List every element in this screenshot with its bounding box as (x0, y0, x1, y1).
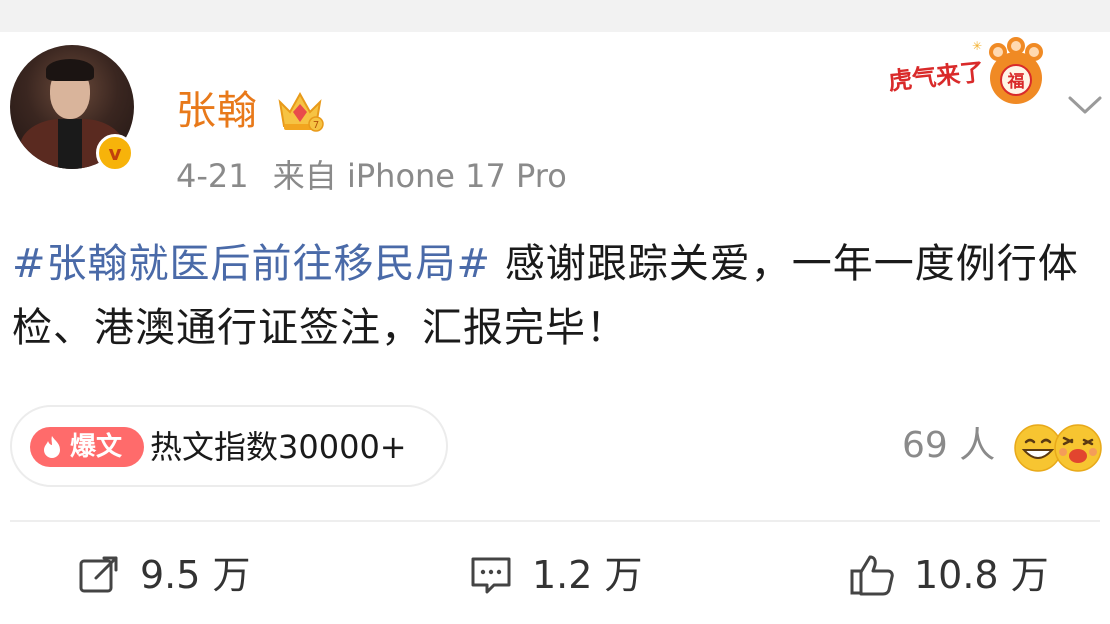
reaction-count[interactable]: 69 人 (902, 424, 995, 468)
svg-text:✳: ✳ (972, 39, 982, 53)
hot-tag-label: 爆文 (70, 432, 123, 462)
laugh-emoji-icon[interactable] (1052, 422, 1104, 474)
verified-badge-icon: v (96, 134, 134, 172)
like-button[interactable]: 10.8 万 (848, 548, 1068, 602)
hot-tag-badge: 爆文 (30, 427, 144, 467)
post-content: #张翰就医后前往移民局# 感谢跟踪关爱，一年一度例行体检、港澳通行证签注，汇报完… (12, 232, 1092, 360)
crown-icon[interactable]: 7 (276, 88, 324, 134)
repost-icon (79, 556, 118, 593)
comment-count: 1.2 万 (532, 553, 643, 597)
svg-text:福: 福 (1007, 71, 1025, 92)
repost-count: 9.5 万 (140, 553, 251, 597)
top-status-strip (0, 0, 1110, 32)
hashtag-link[interactable]: #张翰就医后前往移民局# (12, 241, 491, 287)
post-meta: 4-21 来自 iPhone 17 Pro (176, 155, 581, 197)
author-name[interactable]: 张翰 (176, 86, 258, 136)
svg-text:虎气来了: 虎气来了 (887, 58, 985, 96)
avatar-shirt (58, 119, 82, 169)
hot-index-pill[interactable]: 爆文 热文指数30000+ (10, 405, 448, 487)
repost-button[interactable]: 9.5 万 (76, 548, 276, 602)
post-date: 4-21 (176, 157, 249, 195)
hot-index-label: 热文指数30000+ (150, 428, 407, 466)
avatar-hair (46, 59, 94, 81)
comment-button[interactable]: 1.2 万 (468, 548, 668, 602)
comment-icon (471, 557, 511, 594)
thumbs-up-icon (850, 555, 894, 596)
svg-text:7: 7 (313, 120, 319, 131)
tiger-paw-sticker[interactable]: 虎气来了 福 ✳ (884, 36, 1052, 106)
like-count: 10.8 万 (914, 553, 1049, 597)
flame-icon (44, 436, 60, 458)
chevron-down-icon[interactable] (1066, 92, 1104, 118)
post-source[interactable]: 来自 iPhone 17 Pro (273, 157, 567, 195)
action-divider (10, 520, 1100, 522)
